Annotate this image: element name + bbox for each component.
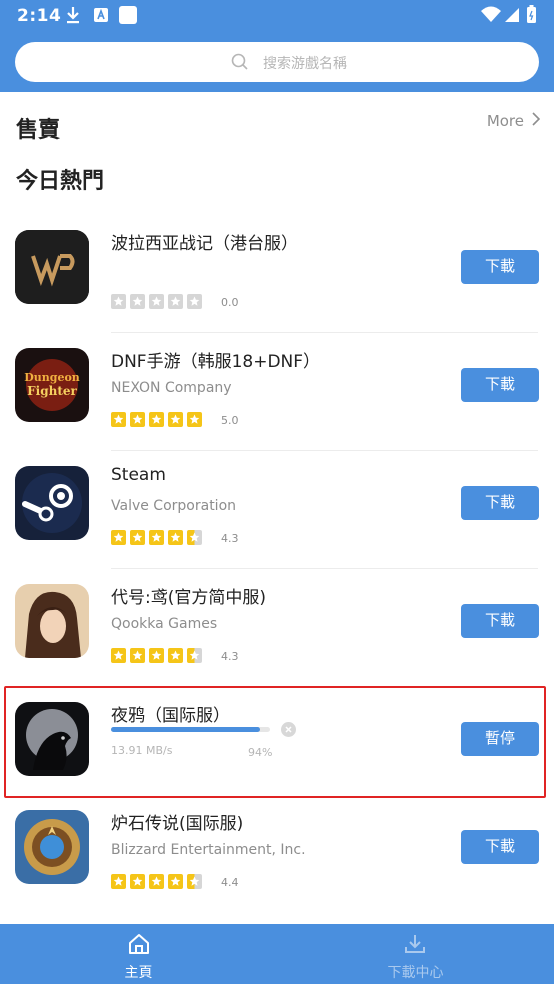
app-icon-hearthstone — [15, 810, 89, 884]
bottom-nav: 主頁 下載中心 — [0, 924, 554, 984]
app-status-icon — [118, 5, 138, 29]
download-button[interactable]: 下載 — [461, 250, 539, 284]
rating-value: 4.4 — [221, 876, 239, 889]
battery-icon — [527, 7, 536, 23]
star-icon — [149, 412, 164, 427]
hot-section-title: 今日熱門 — [16, 169, 105, 194]
system-status-icons — [480, 5, 540, 25]
cancel-download-icon[interactable] — [281, 722, 296, 737]
keyboard-status-icon — [93, 5, 109, 29]
app-name: 夜鸦（国际服） — [111, 706, 230, 726]
search-icon — [230, 52, 250, 76]
star-icon — [130, 648, 145, 663]
app-developer: Valve Corporation — [111, 498, 237, 514]
star-icon — [168, 874, 183, 889]
app-developer: Blizzard Entertainment, Inc. — [111, 842, 306, 858]
sale-section-title: 售賣 — [16, 118, 61, 143]
search-input[interactable]: 搜索游戲名稱 — [15, 42, 539, 82]
rating-stars — [111, 294, 202, 309]
download-button[interactable]: 下載 — [461, 368, 539, 402]
star-icon — [130, 412, 145, 427]
rating-stars — [111, 648, 202, 663]
download-progress-fill — [111, 727, 261, 732]
star-icon — [111, 294, 126, 309]
nav-downloads-label: 下載中心 — [387, 965, 444, 981]
download-button[interactable]: 下載 — [461, 830, 539, 864]
signal-icon — [505, 8, 519, 22]
svg-text:Fighter: Fighter — [27, 384, 77, 398]
svg-text:Dungeon: Dungeon — [24, 371, 80, 384]
app-icon-bolasia — [15, 230, 89, 304]
rating-value: 5.0 — [221, 414, 239, 427]
star-icon — [168, 648, 183, 663]
rating-stars — [111, 874, 202, 889]
app-developer: Qookka Games — [111, 616, 218, 632]
star-icon — [168, 412, 183, 427]
rating-stars — [111, 530, 202, 545]
app-name: 代号:鸢(官方简中服) — [111, 588, 266, 608]
rating-value: 0.0 — [221, 296, 239, 309]
app-name: DNF手游（韩服18+DNF） — [111, 352, 321, 372]
star-icon — [111, 412, 126, 427]
star-icon — [187, 530, 202, 545]
rating-value: 4.3 — [221, 532, 239, 545]
star-icon — [111, 874, 126, 889]
app-row-downloading[interactable]: 夜鸦（国际服） 13.91 MB/s 94% 暫停 — [0, 687, 554, 805]
download-icon — [403, 932, 427, 960]
star-icon — [111, 530, 126, 545]
app-header: 2:14 搜索游戲名稱 — [0, 0, 554, 92]
app-name: 炉石传说(国际服) — [111, 814, 244, 834]
home-icon — [127, 932, 151, 960]
nav-home[interactable]: 主頁 — [0, 924, 277, 984]
app-name: Steam — [111, 465, 166, 485]
pause-button[interactable]: 暫停 — [461, 722, 539, 756]
app-row[interactable]: 炉石传说(国际服) Blizzard Entertainment, Inc. 4… — [0, 795, 554, 913]
star-icon — [130, 294, 145, 309]
app-icon-yeya — [15, 702, 89, 776]
nav-downloads[interactable]: 下載中心 — [277, 924, 554, 984]
app-row[interactable]: Dungeon Fighter DNF手游（韩服18+DNF） NEXON Co… — [0, 333, 554, 451]
star-icon — [149, 294, 164, 309]
app-name: 波拉西亚战记（港台服） — [111, 234, 298, 254]
chevron-right-icon — [532, 112, 541, 130]
star-icon — [130, 874, 145, 889]
status-time: 2:14 — [17, 6, 62, 26]
rating-stars — [111, 412, 202, 427]
download-progress-bar — [111, 727, 270, 732]
download-status-icon — [64, 5, 82, 29]
app-icon-yuan — [15, 584, 89, 658]
rating-value: 4.3 — [221, 650, 239, 663]
app-icon-dnf: Dungeon Fighter — [15, 348, 89, 422]
star-icon — [187, 648, 202, 663]
star-icon — [149, 530, 164, 545]
app-row[interactable]: 波拉西亚战记（港台服） 0.0 下載 — [0, 215, 554, 333]
star-icon — [149, 648, 164, 663]
star-icon — [130, 530, 145, 545]
star-icon — [149, 874, 164, 889]
app-icon-steam — [15, 466, 89, 540]
star-icon — [187, 412, 202, 427]
star-icon — [168, 294, 183, 309]
app-row[interactable]: Steam Valve Corporation 4.3 下載 — [0, 451, 554, 569]
app-row[interactable]: 代号:鸢(官方简中服) Qookka Games 4.3 下載 — [0, 569, 554, 687]
download-button[interactable]: 下載 — [461, 604, 539, 638]
search-placeholder: 搜索游戲名稱 — [263, 56, 347, 72]
download-speed: 13.91 MB/s — [111, 744, 173, 757]
star-icon — [111, 648, 126, 663]
star-icon — [187, 874, 202, 889]
download-percent: 94% — [248, 746, 273, 759]
app-developer: NEXON Company — [111, 380, 232, 396]
more-link[interactable]: More — [486, 112, 541, 130]
wifi-icon — [481, 6, 501, 22]
status-bar: 2:14 — [0, 0, 554, 32]
star-icon — [187, 294, 202, 309]
download-button[interactable]: 下載 — [461, 486, 539, 520]
nav-home-label: 主頁 — [124, 965, 153, 981]
more-label: More — [486, 112, 524, 130]
star-icon — [168, 530, 183, 545]
